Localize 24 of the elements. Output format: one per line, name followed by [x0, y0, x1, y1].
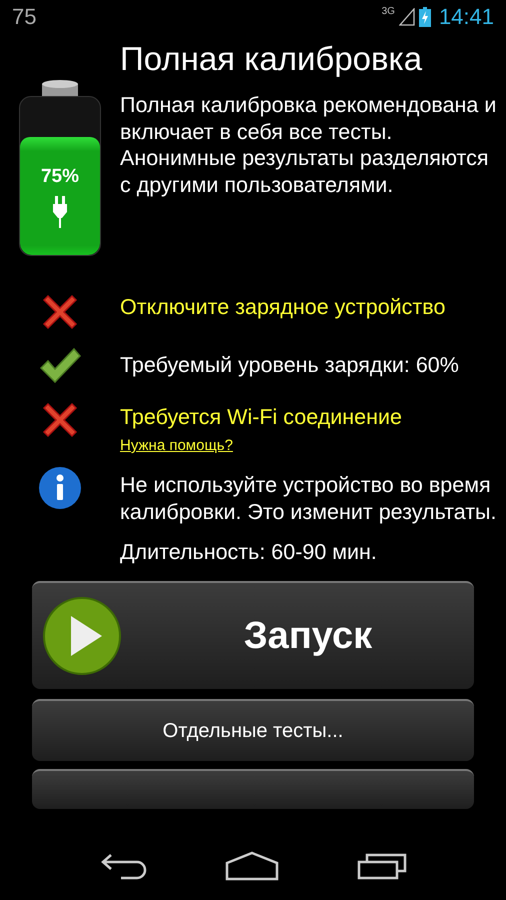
battery-charging-icon: [418, 7, 431, 27]
description-text: Полная калибровка рекомендована и включает в себя все тесты. Анонимные результаты разделяются с другими пользователями.: [120, 92, 498, 198]
battery-cap-icon: [41, 80, 79, 96]
start-button[interactable]: Запуск: [32, 581, 474, 689]
home-icon[interactable]: [225, 851, 279, 881]
battery-percent: 75%: [40, 166, 80, 188]
info-icon: [38, 466, 82, 510]
signal-icon: [398, 8, 415, 26]
page-title: Полная калибровка: [120, 40, 422, 78]
check-text: Отключите зарядное устройство: [120, 294, 446, 321]
recent-apps-icon[interactable]: [357, 852, 407, 880]
check-text: Требуется Wi-Fi соединение: [120, 404, 402, 431]
network-label: 3G: [382, 6, 395, 17]
help-link[interactable]: Нужна помощь?: [120, 437, 233, 454]
back-icon[interactable]: [99, 852, 147, 880]
notification-count: 75: [12, 4, 36, 30]
check-icon: [38, 346, 82, 386]
check-text: Требуемый уровень зарядки: 60%: [120, 352, 459, 379]
play-icon: [42, 596, 122, 676]
duration-text: Длительность: 60-90 мин.: [120, 540, 378, 565]
clock-time: 14:41: [438, 4, 494, 30]
check-text: Не используйте устройство во время калибровки. Это изменит результаты.: [120, 472, 498, 526]
more-tests-button[interactable]: [32, 769, 474, 809]
tests-button[interactable]: Отдельные тесты...: [32, 699, 474, 761]
